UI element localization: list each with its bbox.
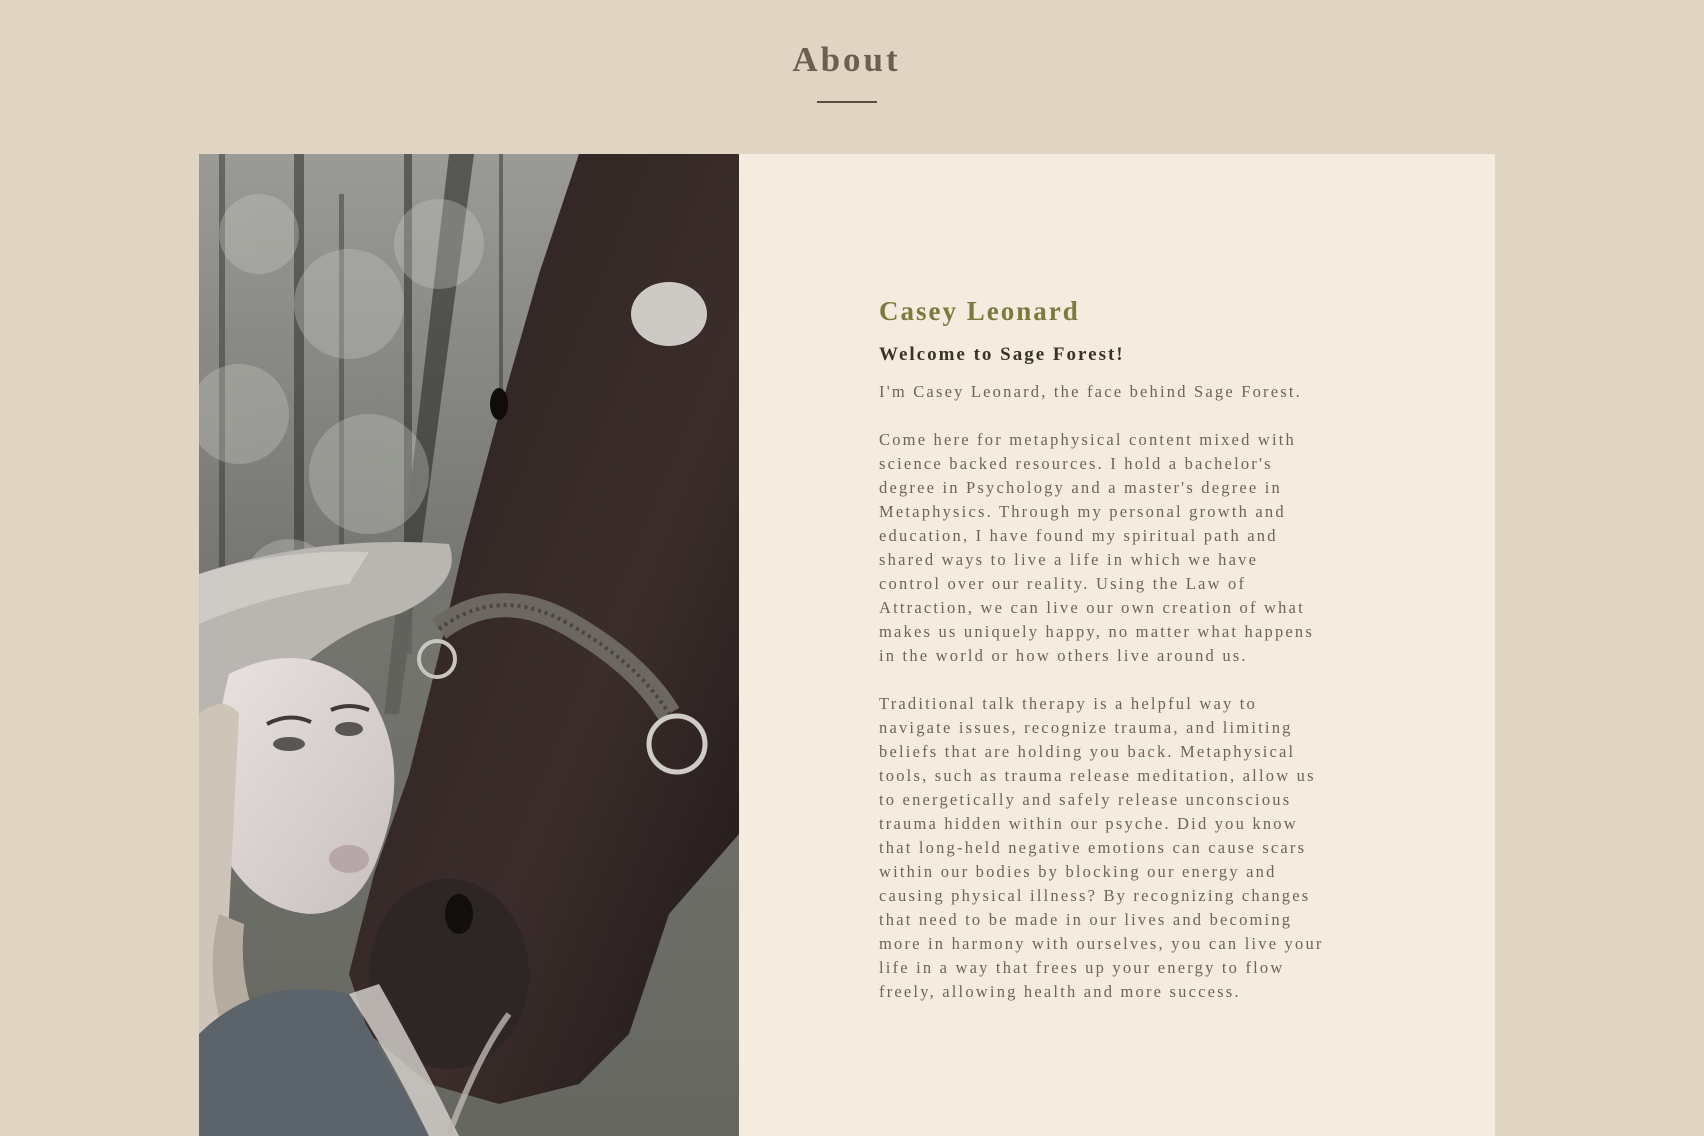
title-underline xyxy=(817,101,877,103)
bio-paragraph-1: Come here for metaphysical content mixed… xyxy=(879,430,1315,665)
photo-image-icon xyxy=(199,154,739,1136)
about-content: Casey Leonard Welcome to Sage Forest! I'… xyxy=(879,290,1399,1004)
page-title: About xyxy=(792,40,901,79)
intro-paragraph: I'm Casey Leonard, the face behind Sage … xyxy=(879,382,1302,401)
about-photo xyxy=(199,154,739,1136)
welcome-heading: Welcome to Sage Forest! xyxy=(879,344,1125,365)
bio-paragraph-2: Traditional talk therapy is a helpful wa… xyxy=(879,694,1324,1001)
person-name: Casey Leonard xyxy=(879,296,1080,326)
about-card: Casey Leonard Welcome to Sage Forest! I'… xyxy=(739,154,1495,1136)
